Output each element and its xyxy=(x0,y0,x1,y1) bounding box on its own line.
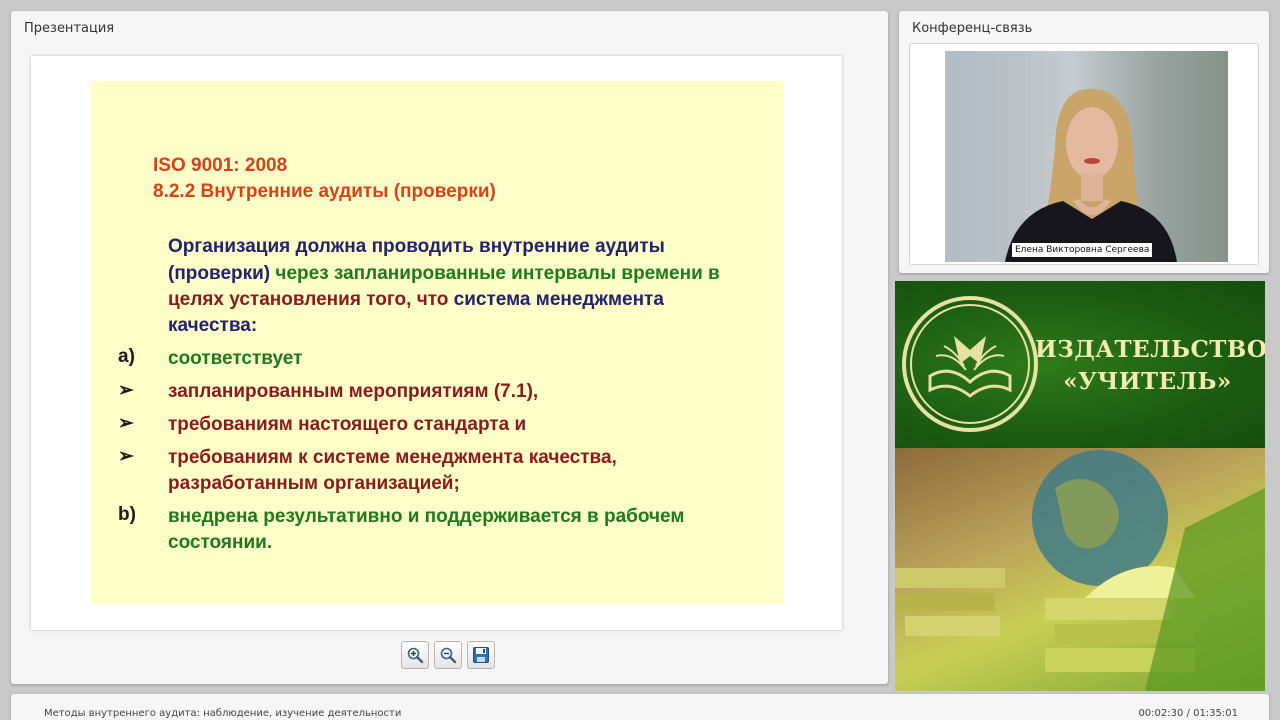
slide-standard: ISO 9001: 2008 xyxy=(153,155,288,176)
zoom-out-button[interactable] xyxy=(434,641,462,669)
slide-intro-line2: (проверки) через запланированные интерва… xyxy=(168,261,720,287)
arrow-bullet-icon: ➢ xyxy=(118,446,134,467)
floppy-disk-icon xyxy=(473,647,489,663)
slide-intro-line3-b: система менеджмента xyxy=(453,289,664,310)
arrow-bullet-icon: ➢ xyxy=(118,413,134,434)
zoom-in-button[interactable] xyxy=(401,641,429,669)
slide-clause-title: 8.2.2 Внутренние аудиты (проверки) xyxy=(153,181,496,202)
publisher-name-line2: «УЧИТЕЛЬ» xyxy=(1063,368,1232,395)
presentation-panel-title: Презентация xyxy=(24,21,115,36)
slide-frame: ISO 9001: 2008 8.2.2 Внутренние аудиты (… xyxy=(31,56,842,630)
books-globe-image xyxy=(895,448,1265,691)
publisher-logo-icon xyxy=(902,296,1038,432)
publisher-banner: ИЗДАТЕЛЬСТВО «УЧИТЕЛЬ» xyxy=(895,281,1265,691)
conference-panel: Конференц-связь Елена Викторовна Сергеев… xyxy=(899,11,1269,273)
list-marker-a: a) xyxy=(118,346,135,367)
slide-intro-line3-a: целях установления того, что xyxy=(168,289,454,310)
lesson-title: Методы внутреннего аудита: наблюдение, и… xyxy=(44,708,402,719)
slide-intro-line2-a: (проверки) xyxy=(168,263,276,284)
speaker-silhouette xyxy=(945,51,1177,262)
slide-item-a: соответствует xyxy=(168,348,303,369)
slide-item-b-line2: состоянии. xyxy=(168,532,273,553)
slide-bullet-1: запланированным мероприятиям (7.1), xyxy=(168,381,539,402)
slide-bullet-3-line1: требованиям к системе менеджмента качест… xyxy=(168,447,617,468)
save-button[interactable] xyxy=(467,641,495,669)
slide-intro-line1: Организация должна проводить внутренние … xyxy=(168,236,665,257)
speaker-name-tag: Елена Викторовна Сергеева xyxy=(1012,243,1153,257)
slide-bullet-3-line2: разработанным организацией; xyxy=(168,473,460,494)
presentation-panel: Презентация ISO 9001: 2008 8.2.2 Внутрен… xyxy=(11,11,888,684)
list-marker-b: b) xyxy=(118,504,136,525)
arrow-bullet-icon: ➢ xyxy=(118,380,134,401)
slide-intro-line4: качества: xyxy=(168,315,258,336)
conference-panel-title: Конференц-связь xyxy=(912,21,1033,36)
zoom-in-icon xyxy=(407,647,424,664)
publisher-banner-top: ИЗДАТЕЛЬСТВО «УЧИТЕЛЬ» xyxy=(895,281,1265,448)
bottom-bar: Методы внутреннего аудита: наблюдение, и… xyxy=(11,694,1269,720)
slide-intro-line3: целях установления того, что система мен… xyxy=(168,287,664,313)
speaker-video[interactable]: Елена Викторовна Сергеева xyxy=(945,51,1228,262)
video-frame: Елена Викторовна Сергеева xyxy=(909,43,1259,265)
slide-bullet-2: требованиям настоящего стандарта и xyxy=(168,414,527,435)
slide: ISO 9001: 2008 8.2.2 Внутренние аудиты (… xyxy=(91,81,783,604)
zoom-out-icon xyxy=(440,647,457,664)
slide-intro-line2-b: через запланированные интервалы времени … xyxy=(275,263,720,284)
publisher-name-line1: ИЗДАТЕЛЬСТВО xyxy=(1035,336,1265,363)
slide-item-b-line1: внедрена результативно и поддерживается … xyxy=(168,506,685,527)
slide-toolbar xyxy=(401,641,495,669)
books-globe-illustration xyxy=(895,450,1265,691)
playback-timecode: 00:02:30 / 01:35:01 xyxy=(1138,708,1238,719)
